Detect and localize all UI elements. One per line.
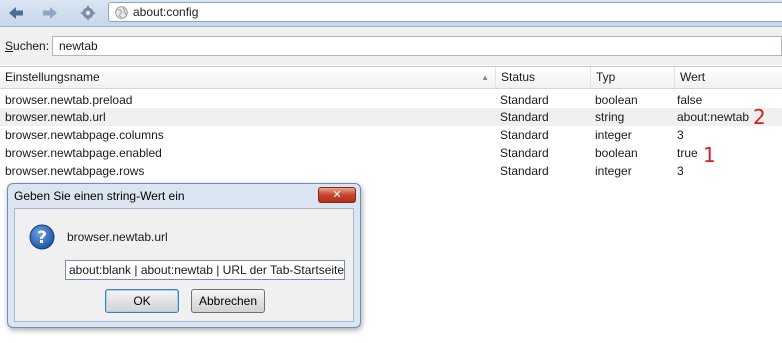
dialog-body: ? browser.newtab.url about:blank | about… bbox=[14, 208, 354, 322]
annotation-marker-2: 2 bbox=[753, 105, 766, 129]
column-header-name[interactable]: Einstellungsname ▲ bbox=[0, 67, 496, 88]
cell-name: browser.newtab.preload bbox=[5, 93, 133, 107]
navigation-toolbar: about:config bbox=[0, 0, 782, 27]
dialog-message: browser.newtab.url bbox=[67, 230, 168, 244]
cell-status: Standard bbox=[500, 164, 549, 178]
table-row[interactable]: browser.newtab.url Standard string about… bbox=[0, 108, 782, 126]
dialog-close-button[interactable]: ✕ bbox=[318, 187, 356, 203]
cell-wert: 3 bbox=[677, 164, 684, 178]
ok-button[interactable]: OK bbox=[105, 289, 179, 313]
cell-typ: string bbox=[595, 110, 625, 124]
cell-status: Standard bbox=[500, 128, 549, 142]
table-row[interactable]: browser.newtabpage.enabled Standard bool… bbox=[0, 144, 782, 162]
cell-typ: integer bbox=[595, 128, 632, 142]
back-button[interactable] bbox=[2, 2, 30, 23]
table-row[interactable]: browser.newtabpage.columns Standard inte… bbox=[0, 126, 782, 144]
search-label: Suchen: bbox=[5, 39, 49, 53]
cell-typ: boolean bbox=[595, 146, 638, 160]
column-header-typ[interactable]: Typ bbox=[591, 67, 675, 88]
cell-wert: about:newtab bbox=[677, 110, 750, 124]
table-row[interactable]: browser.newtabpage.rows Standard integer… bbox=[0, 162, 782, 180]
url-text: about:config bbox=[133, 5, 199, 19]
dialog-title: Geben Sie einen string-Wert ein bbox=[14, 189, 185, 203]
cell-typ: integer bbox=[595, 164, 632, 178]
question-icon: ? bbox=[29, 224, 55, 250]
cancel-button[interactable]: Abbrechen bbox=[191, 289, 265, 313]
cell-status: Standard bbox=[500, 93, 549, 107]
gear-icon bbox=[80, 4, 96, 21]
back-arrow-icon bbox=[9, 6, 23, 19]
cell-typ: boolean bbox=[595, 93, 638, 107]
cell-wert: true bbox=[677, 146, 698, 160]
cell-name: browser.newtabpage.rows bbox=[5, 164, 145, 178]
search-row: Suchen: newtab bbox=[0, 27, 782, 65]
value-input[interactable]: about:blank | about:newtab | URL der Tab… bbox=[65, 260, 345, 280]
search-label-accesskey: S bbox=[5, 39, 14, 53]
cell-status: Standard bbox=[500, 110, 549, 124]
cell-status: Standard bbox=[500, 146, 549, 160]
globe-icon bbox=[115, 6, 128, 19]
cell-wert: false bbox=[677, 93, 703, 107]
table-row[interactable]: browser.newtab.preload Standard boolean … bbox=[0, 91, 782, 109]
cell-name: browser.newtabpage.enabled bbox=[5, 146, 162, 160]
column-header-wert[interactable]: Wert bbox=[675, 67, 782, 88]
search-input[interactable]: newtab bbox=[52, 36, 782, 56]
annotation-marker-1: 1 bbox=[703, 143, 716, 167]
cell-name: browser.newtab.url bbox=[5, 110, 106, 124]
string-value-dialog: Geben Sie einen string-Wert ein ✕ ? brow… bbox=[7, 183, 361, 328]
column-header-status[interactable]: Status bbox=[496, 67, 591, 88]
table-header: Einstellungsname ▲ Status Typ Wert bbox=[0, 67, 782, 89]
cell-name: browser.newtabpage.columns bbox=[5, 128, 164, 142]
close-icon: ✕ bbox=[332, 189, 342, 201]
url-bar[interactable]: about:config bbox=[108, 2, 782, 22]
cell-wert: 3 bbox=[677, 128, 684, 142]
sort-ascending-icon: ▲ bbox=[481, 73, 489, 82]
svg-text:?: ? bbox=[37, 228, 47, 248]
forward-arrow-icon bbox=[43, 6, 57, 19]
search-label-rest: uchen: bbox=[13, 39, 50, 53]
column-header-name-label: Einstellungsname bbox=[5, 70, 100, 84]
forward-button[interactable] bbox=[36, 2, 64, 23]
tools-button[interactable] bbox=[74, 2, 102, 23]
